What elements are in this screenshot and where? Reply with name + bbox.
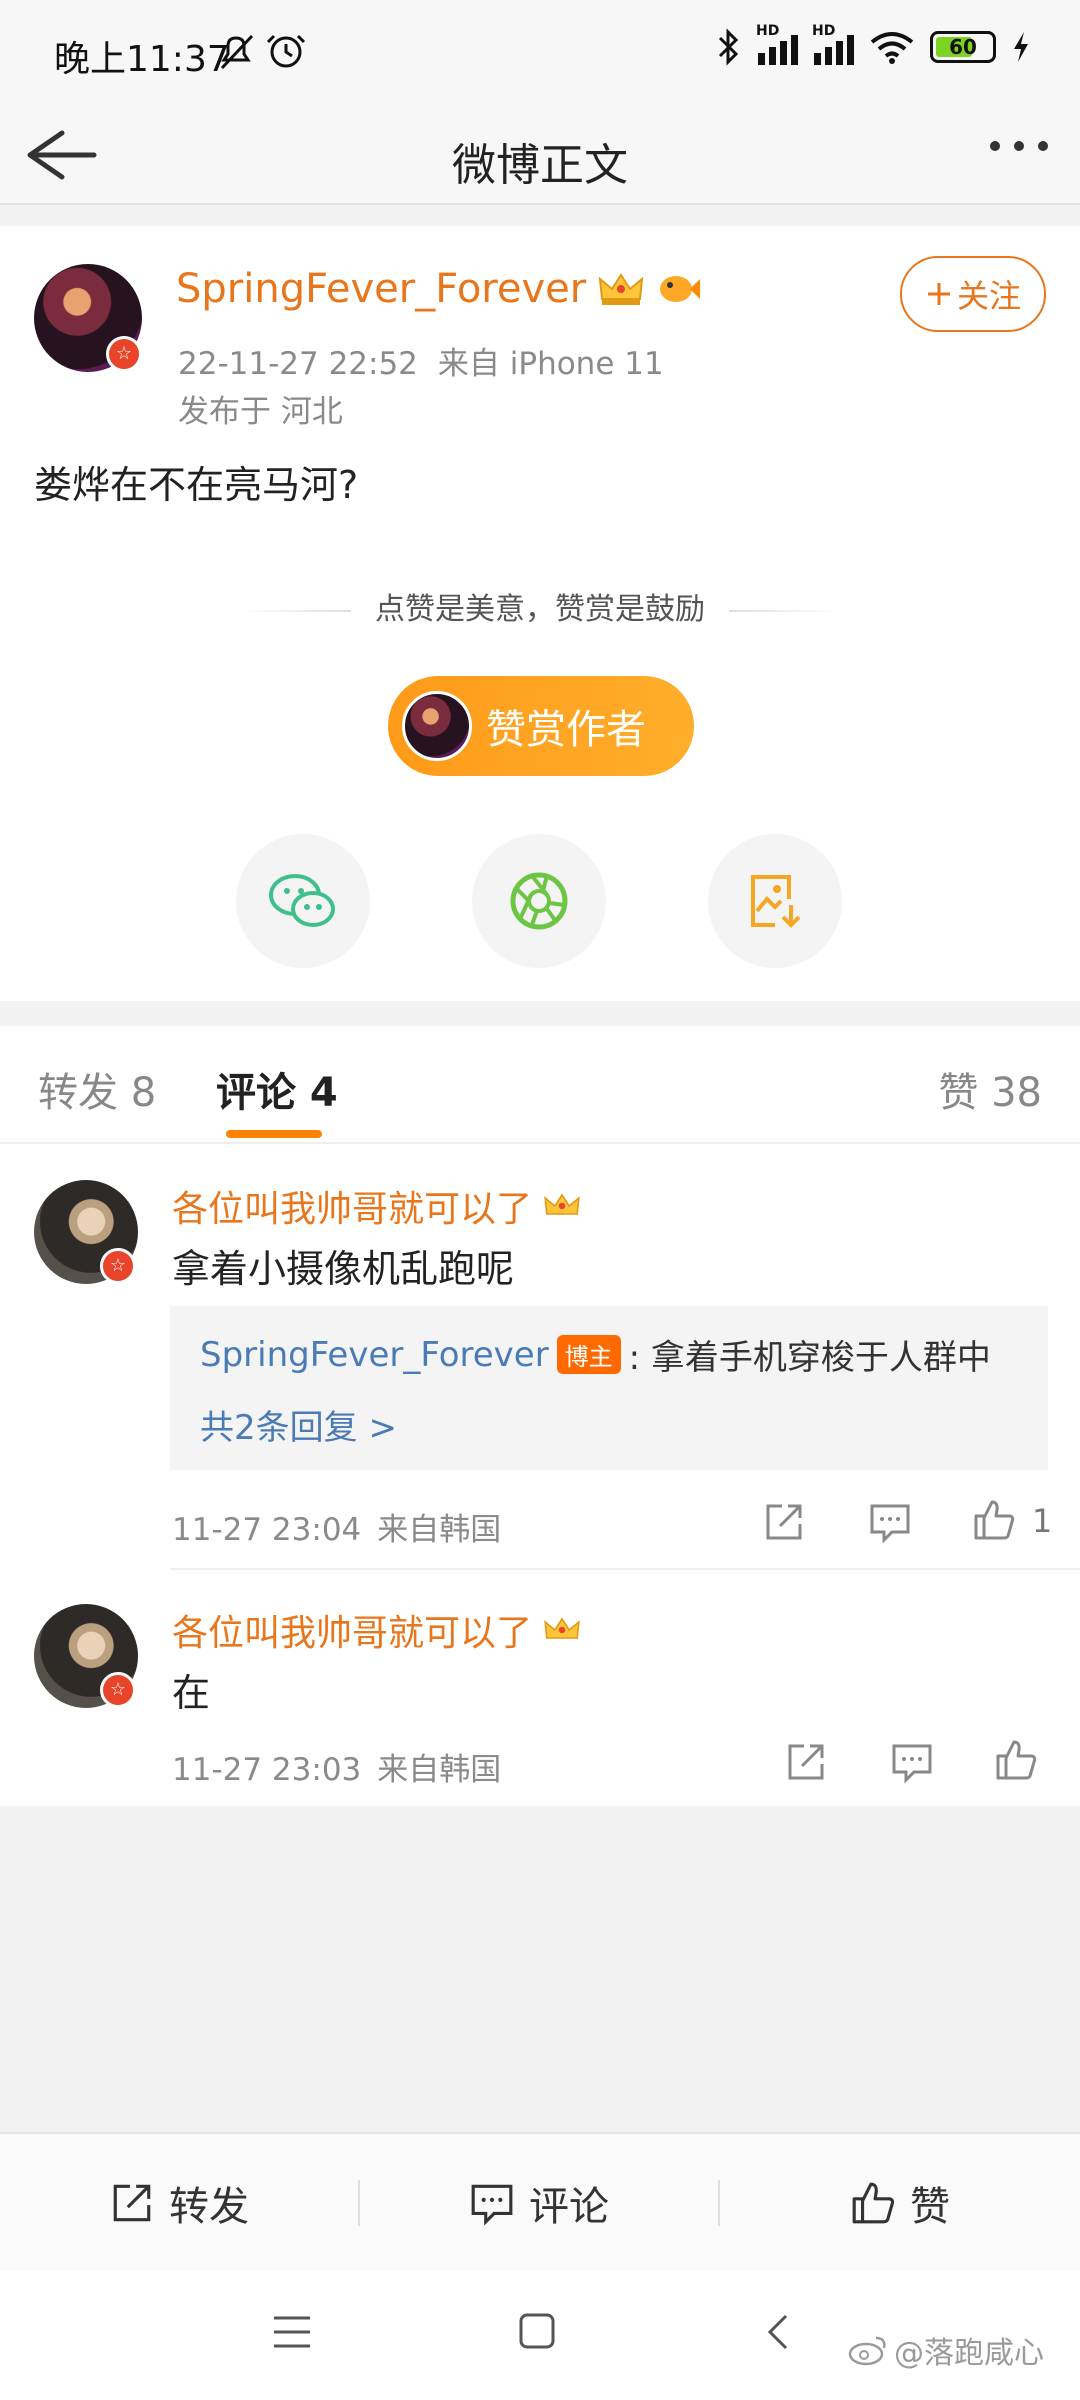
save-image-button[interactable] — [708, 834, 842, 968]
view-replies-link[interactable]: 共2条回复 > — [200, 1400, 397, 1449]
post-source: 来自 iPhone 11 — [437, 346, 664, 382]
reply-line: SpringFever_Forever 博主 : 拿着手机穿梭于人群中 — [200, 1330, 991, 1379]
fan-badge-icon — [660, 276, 701, 302]
moments-aperture-icon — [510, 872, 568, 930]
vip-crown-icon — [598, 273, 644, 305]
verified-badge-icon: ☆ — [106, 336, 142, 372]
share-moments-button[interactable] — [472, 834, 606, 968]
status-icons: HD HD 60 — [700, 23, 1030, 66]
follow-button[interactable]: 关注 — [900, 256, 1046, 332]
comment-author-name[interactable]: 各位叫我帅哥就可以了 — [172, 1180, 532, 1232]
comment-footer: 11-27 23:04 来自韩国 — [172, 1504, 501, 1549]
tabs: 转发 8 评论 4 赞 38 — [0, 1026, 1080, 1144]
comment-text: 在 — [172, 1671, 211, 1715]
comment-author[interactable]: 各位叫我帅哥就可以了 — [172, 1604, 582, 1656]
like-button[interactable]: 赞 — [720, 2134, 1080, 2272]
repost-label: 转发 — [169, 2184, 249, 2230]
battery-level: 60 — [949, 35, 977, 59]
wifi-icon — [870, 32, 914, 64]
weibo-logo-icon — [848, 2336, 886, 2366]
post-date: 22-11-27 22:52 — [178, 346, 418, 382]
watermark-text: @落跑咸心 — [894, 2336, 1044, 2371]
follow-label: 关注 — [956, 277, 1021, 315]
like-comment-icon[interactable] — [972, 1498, 1016, 1542]
plus-icon — [927, 283, 950, 305]
like-comment-icon[interactable] — [994, 1738, 1038, 1782]
post-meta: 22-11-27 22:52 来自 iPhone 11 — [178, 338, 664, 383]
watermark: @落跑咸心 — [848, 2328, 1044, 2372]
comment-time: 11-27 23:03 — [172, 1752, 362, 1788]
share-wechat-button[interactable] — [236, 834, 370, 968]
reply-author[interactable]: SpringFever_Forever — [200, 1335, 549, 1375]
reward-avatar — [402, 691, 472, 761]
comment-source: 来自韩国 — [377, 1752, 502, 1788]
comment-item: ☆ 各位叫我帅哥就可以了 在 11-27 23:03 来自韩国 — [0, 1604, 1080, 1804]
comment-item: ☆ 各位叫我帅哥就可以了 拿着小摄像机乱跑呢 SpringFever_Forev… — [0, 1180, 1080, 1580]
reward-slogan: 点赞是美意，赞赏是鼓励 — [0, 584, 1080, 628]
tab-reposts[interactable]: 转发 8 — [38, 1060, 156, 1118]
reply-box[interactable]: SpringFever_Forever 博主 : 拿着手机穿梭于人群中 共2条回… — [170, 1306, 1048, 1470]
comment-source: 来自韩国 — [377, 1512, 502, 1548]
post-text: 娄烨在不在亮马河? — [34, 463, 359, 507]
reply-comment-icon[interactable] — [890, 1740, 934, 1784]
like-icon — [852, 2182, 895, 2224]
reply-comment-icon[interactable] — [868, 1500, 912, 1544]
comment-button[interactable]: 评论 — [360, 2134, 718, 2272]
bluetooth-icon — [718, 28, 739, 66]
more-options-icon[interactable] — [990, 141, 1048, 151]
comments-card: 转发 8 评论 4 赞 38 ☆ 各位叫我帅哥就可以了 拿着小摄像机乱跑呢 Sp… — [0, 1026, 1080, 1806]
vip-crown-icon — [544, 1617, 580, 1639]
tab-active-indicator — [226, 1130, 322, 1138]
menu-icon[interactable] — [272, 2314, 312, 2350]
share-comment-icon[interactable] — [762, 1500, 806, 1544]
alarm-icons — [220, 34, 306, 70]
nav-bar: 微博正文 — [0, 105, 1080, 205]
comment-author-name[interactable]: 各位叫我帅哥就可以了 — [172, 1604, 532, 1656]
page-title: 微博正文 — [452, 140, 628, 191]
battery-icon: 60 — [930, 31, 996, 63]
signal-icon-1: HD — [756, 23, 798, 65]
save-image-icon — [751, 875, 801, 928]
comment-divider — [170, 1568, 1080, 1570]
comment-icon — [471, 2184, 513, 2226]
repost-button[interactable]: 转发 — [0, 2134, 358, 2272]
status-time: 晚上11:37 — [54, 39, 230, 80]
wechat-icon — [269, 874, 335, 927]
bottom-toolbar: 转发 评论 赞 — [0, 2132, 1080, 2270]
comment-time: 11-27 23:04 — [172, 1512, 362, 1548]
comment-label: 评论 — [529, 2184, 609, 2230]
status-bar: 晚上11:37 HD HD 60 — [0, 0, 1080, 105]
post-card: ☆ SpringFever_Forever 22-11-27 22:52 来自 i… — [0, 226, 1080, 1001]
comment-like-count: 1 — [1032, 1502, 1053, 1540]
reply-text: : 拿着手机穿梭于人群中 — [628, 1338, 991, 1378]
home-icon[interactable] — [518, 2312, 556, 2350]
reward-slogan-text: 点赞是美意，赞赏是鼓励 — [375, 592, 705, 627]
system-navigation-bar: @落跑咸心 — [0, 2270, 1080, 2400]
reward-author-button[interactable]: 赞赏作者 — [388, 676, 694, 776]
vip-crown-icon — [544, 1193, 580, 1215]
post-location: 发布于 河北 — [178, 394, 343, 430]
comment-footer: 11-27 23:03 来自韩国 — [172, 1744, 501, 1789]
share-comment-icon[interactable] — [784, 1740, 828, 1784]
comment-author[interactable]: 各位叫我帅哥就可以了 — [172, 1180, 582, 1232]
system-back-icon[interactable] — [766, 2312, 790, 2352]
post-author-name[interactable]: SpringFever_Forever — [176, 266, 586, 312]
tab-comments[interactable]: 评论 4 — [216, 1060, 338, 1118]
like-label: 赞 — [910, 2184, 950, 2230]
host-badge: 博主 — [556, 1335, 621, 1374]
post-author[interactable]: SpringFever_Forever — [176, 266, 701, 312]
charging-icon — [1014, 32, 1028, 62]
verified-badge-icon: ☆ — [100, 1248, 136, 1284]
reward-button-label: 赞赏作者 — [486, 707, 646, 753]
signal-icon-2: HD — [812, 23, 854, 65]
verified-badge-icon: ☆ — [100, 1672, 136, 1708]
comment-text: 拿着小摄像机乱跑呢 — [172, 1247, 515, 1291]
repost-icon — [113, 2184, 151, 2222]
tab-likes[interactable]: 赞 38 — [938, 1060, 1042, 1118]
